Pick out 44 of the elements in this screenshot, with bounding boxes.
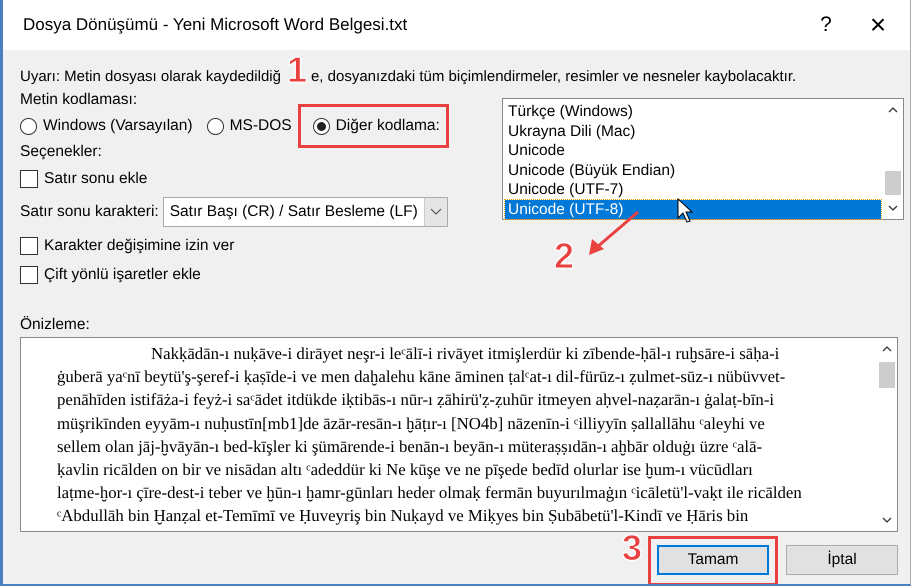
encoding-item[interactable]: Unicode (UTF-7) xyxy=(505,180,881,200)
scroll-up-icon[interactable] xyxy=(882,346,892,352)
preview-text-line: sellem olan jāj-ḫvāyān-ı bed-kīşler ki şümārende-i benān-ı beyān-ı müteraṣṣıdān-ı aḫbār olduġı üzre ᶜalā- xyxy=(57,436,764,458)
preview-text-line: Nakḳādān-ı nuḳāve-i dirāyet neşr-i leᶜālī-i rivāyet itmişlerdür ki zībende-ḥāl-ı ruḫsāre-i sāḥa-i xyxy=(150,343,780,365)
encoding-label: Metin kodlaması: xyxy=(20,90,138,110)
cancel-button[interactable]: İptal xyxy=(786,545,898,575)
preview-text-line: ḳavlin ricālden on bir ve nisādan altı ᶜadeddür ki Ne kūşe ve ne pīşede bedīd olurlar ise ḫum-ı vücūdları xyxy=(57,459,754,482)
line-ending-label: Satır sonu karakteri: xyxy=(20,203,159,221)
preview-label: Önizleme: xyxy=(20,315,91,335)
warning-text: Uyarı: Metin dosyası olarak kaydedildiğ xyxy=(20,68,281,84)
radio-option[interactable]: Diğer kodlama: xyxy=(312,117,440,135)
scroll-down-icon[interactable] xyxy=(888,205,898,211)
checkbox-option[interactable]: Karakter değişimine izin ver xyxy=(20,231,234,260)
encoding-item[interactable]: Türkçe (Windows) xyxy=(505,102,881,122)
radio-option[interactable]: Windows (Varsayılan) xyxy=(20,117,193,135)
preview-text-line: ġuberā yaᶜnī beytü'ş-şeref-i ḳaṣīde-i ve men daḫalehu kāne āminen ṭalᶜat-ı dil-fürūz-ı ẓulmet-sūz-ı nübüvvet- xyxy=(57,366,786,388)
step-number: 3 xyxy=(622,530,642,566)
encoding-item[interactable]: Unicode (Büyük Endian) xyxy=(505,160,881,180)
window-title: Dosya Dönüşümü - Yeni Microsoft Word Belgesi.txt xyxy=(23,15,408,35)
preview-text-line: penāhīden istifāża-i feyż-i saᶜādet itdükde iḳtibās-ı nūr-ı ẓāhirü'ẓ-ẓuhūr itmeyen aḥvel-naẓarān-ı ġalaṭ-bīn-i xyxy=(57,389,776,412)
help-button[interactable]: ? xyxy=(800,0,852,50)
ok-button[interactable]: Tamam xyxy=(657,545,769,575)
scroll-up-icon[interactable] xyxy=(888,107,898,113)
scrollbar-thumb[interactable] xyxy=(885,171,901,195)
checkbox-option[interactable]: Çift yönlü işaretler ekle xyxy=(20,260,201,289)
encoding-item[interactable]: Unicode xyxy=(505,141,881,160)
line-ending-dropdown[interactable]: Satır Başı (CR) / Satır Besleme (LF) xyxy=(162,197,448,227)
preview-text-line: ᶜAbdullāh bin Ḫanẓal et-Temīmī ve Ḥuveyriş bin Nuḳayd ve Miḳyes bin Ṣubābetü'l-Kindī ve Ḥāris bin xyxy=(57,505,750,528)
preview-text-line: müşrikīnden eyyām-ı nuḥustīn[mb1]de āzār-resān-ı ḫāṭır-ı [NO4b] nāzenīn-i ᶜilliyyīn ṣallallāhu ᶜaleyhi ve xyxy=(57,412,766,435)
radio-option[interactable]: MS-DOS xyxy=(206,117,292,135)
step-number: 1 xyxy=(286,52,307,88)
checkbox-option[interactable]: Satır sonu ekle xyxy=(20,164,148,193)
options-label: Seçenekler: xyxy=(20,142,102,162)
chevron-down-icon xyxy=(430,208,442,216)
warning-text: e, dosyanızdaki tüm biçimlendirmeler, resimler ve nesneler kaybolacaktır. xyxy=(310,68,796,84)
encoding-list[interactable]: Türkçe (Windows) Ukrayna Dili (Mac) Unicode Unicode (Büyük Endian) Unicode (UTF-7) Unicode (UTF-8) xyxy=(502,98,904,220)
preview-text-line: laṭme-ḫor-ı çīre-dest-i teber ve ḫūn-ı ḫamr-gūnları heder olmaḳ fermān buyurılmaġın ᶜicāletü'l-vaḳt ile ricālden xyxy=(57,482,803,504)
mouse-cursor-icon xyxy=(677,198,693,224)
close-button[interactable]: × xyxy=(852,0,904,50)
encoding-item[interactable]: Unicode (UTF-8) xyxy=(505,200,881,219)
scrollbar-thumb[interactable] xyxy=(879,362,895,388)
scroll-down-icon[interactable] xyxy=(882,517,892,523)
encoding-item[interactable]: Ukrayna Dili (Mac) xyxy=(505,122,881,141)
step-number: 2 xyxy=(554,238,574,274)
